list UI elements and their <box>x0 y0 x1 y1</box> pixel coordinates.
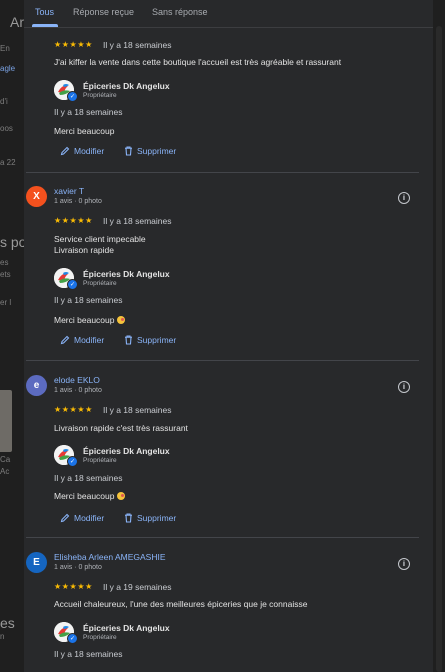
verified-check-icon: ✓ <box>67 279 78 290</box>
reviews-dialog: Tous Réponse reçue Sans réponse ★★★★★ Il… <box>24 0 433 672</box>
bottom-edge <box>24 661 433 672</box>
background-text: es <box>0 615 15 631</box>
background-text: er l <box>0 298 12 307</box>
background-text: Ac <box>0 467 10 476</box>
owner-name: Épiceries Dk Angelux <box>83 81 170 91</box>
star-rating: ★★★★★ <box>54 40 93 49</box>
reply-date: Il y a 18 semaines <box>54 295 123 305</box>
background-text: En <box>0 44 10 53</box>
review-date: Il y a 19 semaines <box>103 582 172 592</box>
owner-role: Propriétaire <box>83 457 117 464</box>
background-text: d'i <box>0 97 8 106</box>
owner-logo: ✓ <box>54 445 78 467</box>
edit-reply-button[interactable]: Modifier <box>60 335 104 345</box>
review-divider <box>26 172 419 173</box>
background-text: Ar <box>10 14 24 30</box>
smile-emoji-icon <box>117 492 126 500</box>
reviewer-name[interactable]: elode EKLO <box>54 375 100 385</box>
reply-text: Merci beaucoup <box>54 491 126 501</box>
review-divider <box>26 360 419 361</box>
delete-reply-button[interactable]: Supprimer <box>124 513 176 523</box>
background-page-right <box>433 0 445 672</box>
tab-replied[interactable]: Réponse reçue <box>73 7 134 17</box>
info-icon[interactable]: i <box>398 558 410 570</box>
edit-reply-button[interactable]: Modifier <box>60 146 104 156</box>
review-date: Il y a 18 semaines <box>103 40 172 50</box>
verified-check-icon: ✓ <box>67 633 78 644</box>
filter-tabs: Tous Réponse reçue Sans réponse <box>24 0 433 28</box>
owner-role: Propriétaire <box>83 92 117 99</box>
owner-logo: ✓ <box>54 268 78 290</box>
delete-label: Supprimer <box>137 513 177 523</box>
owner-role: Propriétaire <box>83 280 117 287</box>
background-text: a 22 <box>0 158 16 167</box>
avatar[interactable]: X <box>26 186 47 207</box>
active-tab-indicator <box>32 24 58 27</box>
delete-label: Supprimer <box>137 146 177 156</box>
edit-label: Modifier <box>74 335 105 345</box>
reply-text: Merci beaucoup <box>54 126 115 136</box>
tab-all[interactable]: Tous <box>35 7 54 17</box>
verified-check-icon: ✓ <box>67 91 78 102</box>
star-rating: ★★★★★ <box>54 405 93 414</box>
owner-name: Épiceries Dk Angelux <box>83 446 170 456</box>
review-text: Accueil chaleureux, l'une des meilleures… <box>54 599 308 609</box>
reviewer-name[interactable]: xavier T <box>54 186 84 196</box>
info-icon[interactable]: i <box>398 381 410 393</box>
avatar[interactable]: e <box>26 375 47 396</box>
background-text: agle <box>0 64 16 73</box>
edit-label: Modifier <box>74 146 105 156</box>
verified-check-icon: ✓ <box>67 456 78 467</box>
delete-label: Supprimer <box>137 335 177 345</box>
reply-date: Il y a 18 semaines <box>54 473 123 483</box>
pencil-icon <box>60 335 70 345</box>
owner-name: Épiceries Dk Angelux <box>83 623 170 633</box>
smile-emoji-icon <box>117 316 126 324</box>
pencil-icon <box>60 146 70 156</box>
review-text: Livraison rapide <box>54 245 115 255</box>
scrollbar-track[interactable] <box>436 26 442 672</box>
trash-icon <box>125 335 132 345</box>
star-rating: ★★★★★ <box>54 582 93 591</box>
review-text: Service client impecable <box>54 234 146 244</box>
background-text: s po <box>0 234 24 250</box>
background-text: Ca <box>0 455 11 464</box>
star-rating: ★★★★★ <box>54 216 93 225</box>
background-text: n <box>0 632 5 641</box>
reviewer-meta: 1 avis · 0 photo <box>54 564 102 571</box>
background-thumbnail <box>0 390 12 452</box>
trash-icon <box>125 513 132 523</box>
delete-reply-button[interactable]: Supprimer <box>124 335 176 345</box>
reply-date: Il y a 18 semaines <box>54 107 123 117</box>
edit-label: Modifier <box>74 513 105 523</box>
info-icon[interactable]: i <box>398 192 410 204</box>
review-text: J'ai kiffer la vente dans cette boutique… <box>54 57 342 67</box>
background-text: es <box>0 258 9 267</box>
delete-reply-button[interactable]: Supprimer <box>124 146 176 156</box>
review-date: Il y a 18 semaines <box>103 405 172 415</box>
owner-logo: ✓ <box>54 80 78 102</box>
background-page-left: Ar En agle d'i oos a 22 s po es ets er l… <box>0 0 24 672</box>
review-text: Livraison rapide c'est très rassurant <box>54 423 188 433</box>
edit-reply-button[interactable]: Modifier <box>60 513 104 523</box>
reviewer-meta: 1 avis · 0 photo <box>54 387 102 394</box>
reviewer-meta: 1 avis · 0 photo <box>54 198 102 205</box>
owner-name: Épiceries Dk Angelux <box>83 269 170 279</box>
trash-icon <box>125 146 132 156</box>
reply-date: Il y a 18 semaines <box>54 649 123 659</box>
reviewer-name[interactable]: Elisheba Arleen AMEGASHIE <box>54 552 166 562</box>
review-divider <box>26 537 419 538</box>
owner-logo: ✓ <box>54 622 78 644</box>
owner-role: Propriétaire <box>83 634 117 641</box>
reply-text: Merci beaucoup <box>54 315 126 325</box>
review-date: Il y a 18 semaines <box>103 216 172 226</box>
tab-unanswered[interactable]: Sans réponse <box>152 7 208 17</box>
background-text: oos <box>0 124 13 133</box>
avatar[interactable]: E <box>26 552 47 573</box>
background-text: ets <box>0 270 11 279</box>
pencil-icon <box>60 513 70 523</box>
